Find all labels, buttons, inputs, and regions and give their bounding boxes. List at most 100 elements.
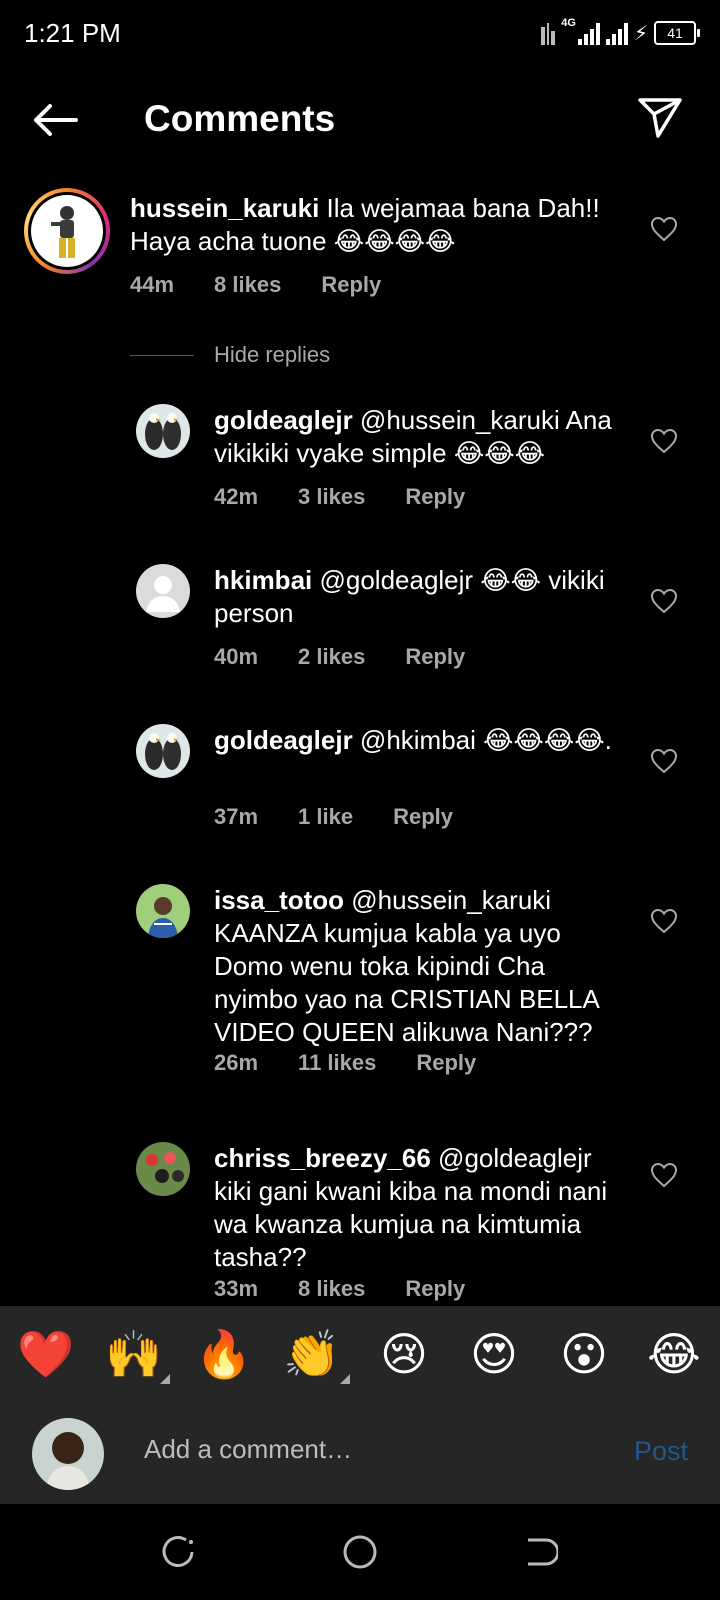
home-button[interactable] <box>342 1534 378 1570</box>
comment-input[interactable]: Add a comment… <box>144 1434 352 1465</box>
comment-username[interactable]: goldeaglejr <box>214 725 353 755</box>
default-avatar-icon <box>146 576 180 612</box>
comment-text: issa_totoo @hussein_karuki KAANZA kumjua… <box>214 884 624 1049</box>
post-button[interactable]: Post <box>634 1436 688 1467</box>
comment-username[interactable]: goldeaglejr <box>214 405 353 435</box>
comment-likes[interactable]: 11 likes <box>298 1050 376 1076</box>
comment: hussein_karuki Ila wejamaa bana Dah!! Ha… <box>0 180 720 320</box>
comment-text: goldeaglejr @hussein_karuki Ana vikikiki… <box>214 404 630 470</box>
avatar[interactable] <box>136 884 190 938</box>
hide-replies-button[interactable]: Hide replies <box>130 342 330 368</box>
comments-list[interactable]: hussein_karuki Ila wejamaa bana Dah!! Ha… <box>0 180 720 1305</box>
comment-text: hussein_karuki Ila wejamaa bana Dah!! Ha… <box>130 192 630 258</box>
comment-likes[interactable]: 2 likes <box>298 644 365 670</box>
signal-icon-sim1 <box>577 21 600 45</box>
back-nav-button[interactable] <box>522 1534 560 1570</box>
comment-time: 40m <box>214 644 259 669</box>
status-icons: 4G ⚡ 41 <box>541 16 700 50</box>
hide-replies-label: Hide replies <box>214 342 331 367</box>
reply-button[interactable]: Reply <box>405 1276 465 1302</box>
reply-comment: goldeaglejr @hkimbai 😂😂😂😂. 37m 1 like Re… <box>0 722 720 862</box>
comment-username[interactable]: hussein_karuki <box>130 193 319 223</box>
comment-meta: 40m 2 likes Reply <box>214 644 465 670</box>
reply-button[interactable]: Reply <box>405 484 465 510</box>
skin-tone-indicator-icon <box>160 1374 170 1384</box>
comment-likes[interactable]: 3 likes <box>298 484 365 510</box>
avatar[interactable] <box>136 724 190 778</box>
like-button[interactable] <box>650 588 678 614</box>
system-nav-bar <box>0 1504 720 1600</box>
recent-apps-icon <box>162 1536 194 1567</box>
reply-comment: goldeaglejr @hussein_karuki Ana vikikiki… <box>0 402 720 542</box>
emoji-quick-bar: ❤️ 🙌 🔥 👏 😢 😍 😮 😂 <box>0 1306 720 1404</box>
comment-text: goldeaglejr @hkimbai 😂😂😂😂. <box>214 724 614 757</box>
comment-meta: 42m 3 likes Reply <box>214 484 465 510</box>
recent-apps-button[interactable] <box>160 1534 196 1570</box>
share-button[interactable] <box>636 94 684 142</box>
comment-time: 26m <box>214 1050 259 1075</box>
skin-tone-indicator-icon <box>340 1374 350 1384</box>
emoji-laughing-button[interactable]: 😂 <box>644 1326 704 1382</box>
emoji-crying-button[interactable]: 😢 <box>374 1326 434 1382</box>
comment-meta: 26m 11 likes Reply <box>214 1050 476 1076</box>
reply-button[interactable]: Reply <box>405 644 465 670</box>
charging-icon: ⚡ <box>633 22 648 45</box>
comment-time: 33m <box>214 1276 259 1301</box>
comment-likes[interactable]: 8 likes <box>214 272 281 298</box>
reply-button[interactable]: Reply <box>393 804 453 830</box>
comment-text: hkimbai @goldeaglejr 😂😂 vikiki person <box>214 564 630 630</box>
comment-username[interactable]: issa_totoo <box>214 885 344 915</box>
comment-time: 42m <box>214 484 259 509</box>
battery-icon: 41 <box>654 21 700 45</box>
comment-username[interactable]: chriss_breezy_66 <box>214 1143 431 1173</box>
back-nav-icon <box>528 1538 560 1566</box>
avatar[interactable] <box>24 188 110 274</box>
comment-body: @hkimbai 😂😂😂😂. <box>352 725 612 755</box>
back-button[interactable] <box>28 98 80 142</box>
like-button[interactable] <box>650 428 678 454</box>
like-button[interactable] <box>650 908 678 934</box>
emoji-fire-button[interactable]: 🔥 <box>194 1326 254 1382</box>
comment-likes[interactable]: 1 like <box>298 804 353 830</box>
header: Comments <box>0 84 720 158</box>
signal-icon-sim2 <box>605 21 628 45</box>
status-bar: 1:21 PM 4G ⚡ 41 <box>0 0 720 68</box>
comment-meta: 37m 1 like Reply <box>214 804 453 830</box>
heart-icon <box>650 216 678 242</box>
emoji-raised-hands-button[interactable]: 🙌 <box>104 1326 164 1382</box>
emoji-surprised-button[interactable]: 😮 <box>554 1326 614 1382</box>
avatar[interactable] <box>136 404 190 458</box>
current-user-avatar <box>32 1418 104 1490</box>
heart-icon <box>650 1162 678 1188</box>
network-type-label: 4G <box>561 17 576 29</box>
comment-time: 44m <box>130 272 175 297</box>
like-button[interactable] <box>650 748 678 774</box>
heart-icon <box>650 588 678 614</box>
comment-meta: 44m 8 likes Reply <box>130 272 381 298</box>
emoji-heart-eyes-button[interactable]: 😍 <box>464 1326 524 1382</box>
avatar[interactable] <box>136 564 190 618</box>
reply-button[interactable]: Reply <box>321 272 381 298</box>
reply-comment: hkimbai @goldeaglejr 😂😂 vikiki person 40… <box>0 562 720 702</box>
send-icon <box>638 98 682 138</box>
reply-button[interactable]: Reply <box>416 1050 476 1076</box>
emoji-clap-button[interactable]: 👏 <box>282 1326 342 1382</box>
comment-likes[interactable]: 8 likes <box>298 1276 365 1302</box>
data-activity-icon <box>541 21 556 45</box>
comment-username[interactable]: hkimbai <box>214 565 312 595</box>
home-circle-icon <box>343 1535 377 1569</box>
reply-comment: chriss_breezy_66 @goldeaglejr kiki gani … <box>0 1140 720 1305</box>
like-button[interactable] <box>650 216 678 242</box>
heart-icon <box>650 908 678 934</box>
like-button[interactable] <box>650 1162 678 1188</box>
emoji-heart-button[interactable]: ❤️ <box>16 1326 76 1382</box>
comment-time: 37m <box>214 804 259 829</box>
heart-icon <box>650 748 678 774</box>
status-time: 1:21 PM <box>24 18 121 48</box>
heart-icon <box>650 428 678 454</box>
avatar[interactable] <box>136 1142 190 1196</box>
comment-text: chriss_breezy_66 @goldeaglejr kiki gani … <box>214 1142 624 1274</box>
reply-comment: issa_totoo @hussein_karuki KAANZA kumjua… <box>0 882 720 1112</box>
back-arrow-icon <box>34 104 78 136</box>
divider <box>130 354 194 356</box>
